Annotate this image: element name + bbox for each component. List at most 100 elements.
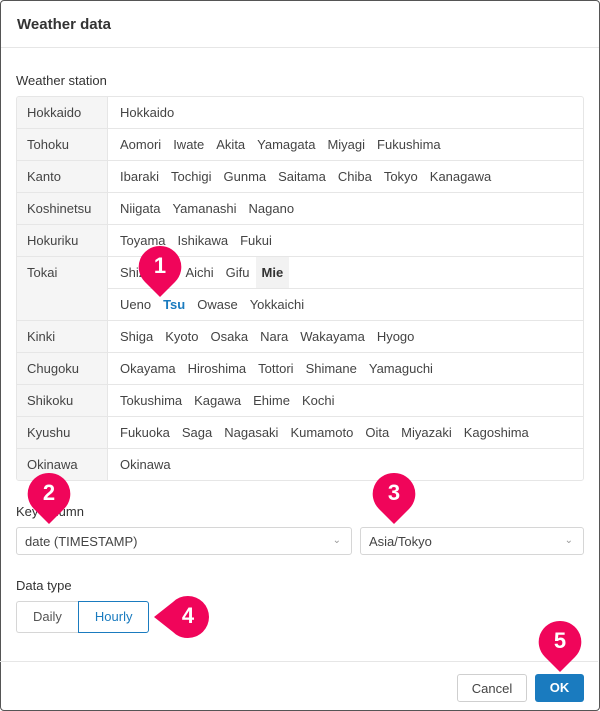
station-list: Okayama Hiroshima Tottori Shimane Yamaguchi [108,353,583,384]
region-row: Hokuriku Toyama Ishikawa Fukui [17,225,583,257]
station-list: Hokkaido [108,97,583,128]
station-item[interactable]: Tokushima [114,385,188,416]
station-line: Okinawa [108,449,583,480]
station-list: Ibaraki Tochigi Gunma Saitama Chiba Tokyo Kana… [108,161,583,192]
dialog-title: Weather data [1,1,599,48]
station-item[interactable]: Okinawa [114,449,177,480]
data-type-daily[interactable]: Daily [16,601,78,633]
region-label: Koshinetsu [17,193,108,224]
data-type-hourly[interactable]: Hourly [77,601,150,633]
station-item[interactable]: Nagano [243,193,301,224]
station-item[interactable]: Niigata [114,193,166,224]
station-item[interactable]: Hyogo [371,321,421,352]
region-row: Kanto Ibaraki Tochigi Gunma Saitama Chiba Toky… [17,161,583,193]
station-item[interactable]: Yokkaichi [244,289,310,320]
station-item[interactable]: Chiba [332,161,378,192]
station-line: Tokushima Kagawa Ehime Kochi [108,385,583,416]
station-line: Aomori Iwate Akita Yamagata Miyagi Fukushima [108,129,583,160]
station-item[interactable]: Kagoshima [458,417,535,448]
station-list: Fukuoka Saga Nagasaki Kumamoto Oita Miyazaki K… [108,417,583,448]
station-item[interactable]: Miyazaki [395,417,458,448]
region-label: Kyushu [17,417,108,448]
station-item[interactable]: Aomori [114,129,167,160]
station-item[interactable]: Fukuoka [114,417,176,448]
region-label: Hokuriku [17,225,108,256]
station-item[interactable]: Yamagata [251,129,321,160]
region-row: Shikoku Tokushima Kagawa Ehime Kochi [17,385,583,417]
station-item[interactable]: Mie [255,257,290,288]
station-line: Fukuoka Saga Nagasaki Kumamoto Oita Miyazaki K… [108,417,583,448]
station-item[interactable]: Hiroshima [182,353,253,384]
station-item[interactable]: Gunma [218,161,273,192]
station-item[interactable]: Saitama [272,161,332,192]
station-item[interactable]: Owase [191,289,243,320]
station-item[interactable]: Hokkaido [114,97,180,128]
station-item[interactable]: Miyagi [321,129,371,160]
cancel-button[interactable]: Cancel [457,674,527,702]
station-line: Hokkaido [108,97,583,128]
region-row: Okinawa Okinawa [17,449,583,480]
station-item[interactable]: Shimane [300,353,363,384]
station-item[interactable]: Nara [254,321,294,352]
station-item[interactable]: Kagawa [188,385,247,416]
callout-marker-3: 3 [372,472,416,524]
station-item[interactable]: Tottori [252,353,299,384]
station-list: Niigata Yamanashi Nagano [108,193,583,224]
station-line: Ibaraki Tochigi Gunma Saitama Chiba Tokyo Kana… [108,161,583,192]
region-row: Tohoku Aomori Iwate Akita Yamagata Miyagi Fuku… [17,129,583,161]
region-row: Chugoku Okayama Hiroshima Tottori Shimane Yam… [17,353,583,385]
region-label: Shikoku [17,385,108,416]
station-item[interactable]: Kochi [296,385,341,416]
station-item[interactable]: Ibaraki [114,161,165,192]
station-item[interactable]: Akita [210,129,251,160]
region-name: Tokai [27,265,58,280]
station-line: Shiga Kyoto Osaka Nara Wakayama Hyogo [108,321,583,352]
timezone-select[interactable]: Asia/Tokyo ⌄ [360,527,584,555]
station-item[interactable]: Ehime [247,385,296,416]
station-line: Okayama Hiroshima Tottori Shimane Yamaguchi [108,353,583,384]
region-name: Tohoku [27,137,69,152]
station-item[interactable]: Tokyo [378,161,424,192]
data-type-toggle: Daily Hourly [16,601,150,633]
ok-button[interactable]: OK [535,674,584,702]
weather-station-label: Weather station [16,73,107,88]
station-item[interactable]: Kanagawa [424,161,497,192]
region-name: Shikoku [27,393,74,408]
station-item[interactable]: Osaka [205,321,255,352]
region-row: Koshinetsu Niigata Yamanashi Nagano [17,193,583,225]
chevron-down-icon: ⌄ [332,535,341,546]
station-item[interactable]: Aichi [179,257,219,288]
station-item[interactable]: Okayama [114,353,182,384]
station-item[interactable]: Fukushima [371,129,447,160]
station-list: Tokushima Kagawa Ehime Kochi [108,385,583,416]
data-type-label: Data type [16,578,72,593]
station-item[interactable]: Gifu [220,257,256,288]
station-item[interactable]: Iwate [167,129,210,160]
region-name: Kinki [27,329,56,344]
dialog-footer-divider [0,661,598,662]
region-row: Hokkaido Hokkaido [17,97,583,129]
station-item[interactable]: Tochigi [165,161,217,192]
station-item[interactable]: Saga [176,417,218,448]
station-line: Niigata Yamanashi Nagano [108,193,583,224]
station-item[interactable]: Wakayama [294,321,371,352]
station-item[interactable]: Shiga [114,321,159,352]
station-item[interactable]: Fukui [234,225,278,256]
station-item[interactable]: Yamanashi [166,193,242,224]
key-column-value: date (TIMESTAMP) [25,533,138,549]
station-item[interactable]: Oita [359,417,395,448]
station-item[interactable]: Kyoto [159,321,204,352]
station-list: Okinawa [108,449,583,480]
station-item[interactable]: Yamaguchi [363,353,439,384]
region-name: Koshinetsu [27,201,92,216]
region-row: Kinki Shiga Kyoto Osaka Nara Wakayama Hyogo [17,321,583,353]
region-label: Tohoku [17,129,108,160]
station-item[interactable]: Nagasaki [218,417,284,448]
key-column-select[interactable]: date (TIMESTAMP) ⌄ [16,527,352,555]
weather-station-table: Hokkaido Hokkaido Tohoku Aomori Iwate Akita Ya… [16,96,584,481]
region-label: Kanto [17,161,108,192]
station-list: Aomori Iwate Akita Yamagata Miyagi Fukushima [108,129,583,160]
timezone-value: Asia/Tokyo [369,533,432,549]
station-item[interactable]: Kumamoto [284,417,359,448]
region-row: Kyushu Fukuoka Saga Nagasaki Kumamoto Oita Miy… [17,417,583,449]
